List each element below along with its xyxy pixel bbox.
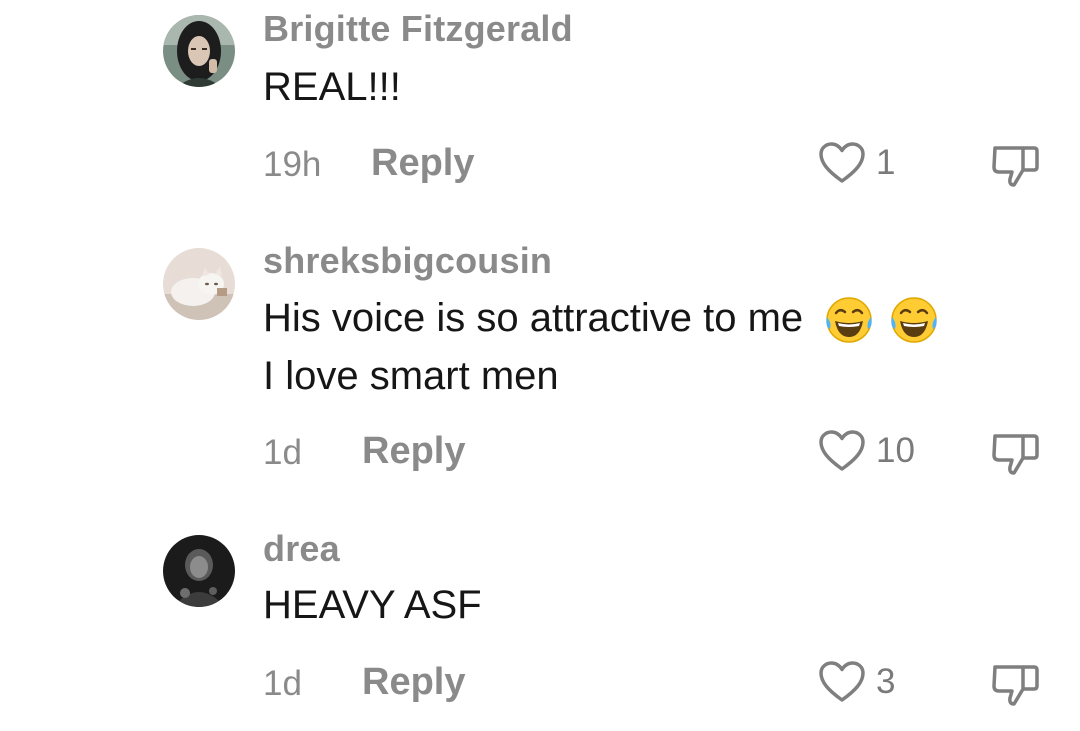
heart-outline-icon: [819, 661, 865, 702]
comment-username[interactable]: drea: [263, 528, 340, 570]
avatar[interactable]: [163, 535, 235, 607]
like-button[interactable]: 3: [818, 660, 895, 704]
like-count: 3: [876, 662, 896, 701]
dislike-button[interactable]: [990, 659, 1040, 709]
comment-item: drea HEAVY ASF 1d Reply 3: [0, 0, 1080, 731]
thumbs-down-outline-icon: [992, 665, 1039, 706]
avatar-dark-figure-icon: [163, 535, 235, 607]
comment-text: HEAVY ASF: [263, 576, 482, 634]
comment-text-line: HEAVY ASF: [263, 583, 482, 627]
comment-timestamp: 1d: [263, 664, 302, 703]
comment-meta: 1d: [263, 664, 302, 704]
reply-button[interactable]: Reply: [362, 661, 465, 704]
